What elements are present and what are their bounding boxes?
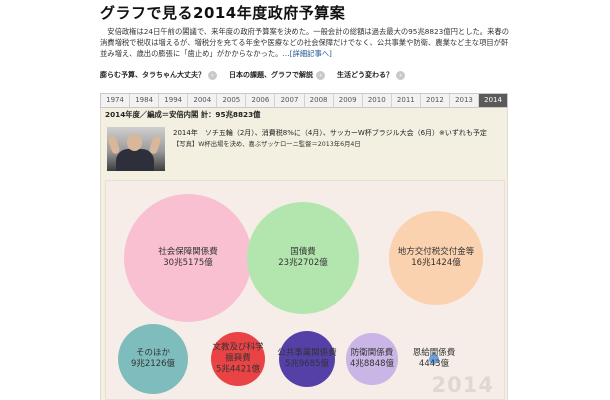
year-tab-2007[interactable]: 2007 [275, 94, 305, 107]
category-value: 30兆5175億 [163, 258, 213, 268]
category-name: 地方交付税交付金等 [397, 247, 475, 257]
intro-text: 安倍政権は24日午前の閣議で、来年度の政府予算案を決めた。一般会計の総額は過去最… [100, 26, 512, 59]
link-japan-issues[interactable]: 日本の課題、グラフで解説 › [229, 70, 325, 80]
category-value: 16兆1424億 [411, 258, 461, 268]
bubble-label: 社会保障関係費 30兆5175億 [158, 247, 218, 269]
year-tab-2005[interactable]: 2005 [217, 94, 247, 107]
year-events: 2014年 ソチ五輪（2月）、消費税8%に（4月）、サッカーW杯ブラジル大会（6… [173, 129, 487, 137]
budget-summary: 2014年度／編成＝安倍内閣 計：95兆8823億 [105, 110, 261, 119]
category-name: 社会保障関係費 [158, 247, 218, 257]
link-budget-tara[interactable]: 膨らむ予算、タラちゃん大丈夫？ › [100, 70, 217, 80]
bubble-label: 恩給関係費 4443億 [413, 348, 456, 370]
related-links: 膨らむ予算、タラちゃん大丈夫？ › 日本の課題、グラフで解説 › 生活どう変わる？ › [100, 70, 520, 80]
category-name: 防衛関係費 [350, 348, 394, 358]
category-value: 9兆2126億 [130, 359, 176, 369]
category-value: 4兆8848億 [349, 359, 395, 369]
year-tab-2012[interactable]: 2012 [421, 94, 450, 107]
bubble-label: 公共事業関係費 5兆9685億 [277, 348, 337, 370]
chart-watermark: 2014 [431, 373, 494, 397]
category-name: そのほか [135, 348, 171, 358]
year-tab-2011[interactable]: 2011 [392, 94, 421, 107]
year-tab-2014[interactable]: 2014 [479, 94, 508, 107]
bubble-label: 地方交付税交付金等 16兆1424億 [398, 247, 475, 269]
category-name: 国債費 [290, 247, 316, 257]
bubble-label: 防衛関係費 4兆8848億 [350, 348, 394, 370]
category-value: 4443億 [418, 359, 450, 369]
year-tab-2010[interactable]: 2010 [363, 94, 392, 107]
photo-caption: 【写真】W杯出場を決め、喜ぶザッケローニ監督＝2013年6月4日 [173, 141, 361, 148]
bubble-label: 国債費 23兆2702億 [278, 247, 327, 269]
category-value: 23兆2702億 [278, 258, 328, 268]
year-tab-2009[interactable]: 2009 [334, 94, 363, 107]
year-tab-2004[interactable]: 2004 [188, 94, 218, 107]
year-tab-1974[interactable]: 1974 [101, 94, 131, 107]
bubble-chart: 2014 社会保障関係費 30兆5175億 国債費 23兆2702億 地方交付税交付金等… [105, 180, 505, 400]
budget-panel: 2014年度／編成＝安倍内閣 計：95兆8823億 2014年 ソチ五輪（2月）… [100, 108, 508, 400]
page-title: グラフで見る2014年度政府予算案 [100, 4, 346, 22]
link-label: 日本の課題、グラフで解説 [229, 71, 313, 79]
category-name: 文教及び科学振興費 [212, 342, 264, 364]
bubble-label: そのほか 9兆2126億 [131, 348, 175, 370]
arrow-right-icon: › [316, 70, 325, 80]
year-tabs: 1974 1984 1994 2004 2005 2006 2007 2008 2009 2010… [100, 93, 508, 108]
detail-article-link[interactable]: [詳細記事へ] [290, 49, 332, 58]
year-tab-2013[interactable]: 2013 [450, 94, 480, 107]
bubble-label: 文教及び科学振興費 5兆4421億 [209, 343, 267, 376]
arrow-right-icon: › [208, 70, 217, 80]
link-label: 膨らむ予算、タラちゃん大丈夫？ [100, 71, 205, 79]
arrow-right-icon: › [396, 70, 405, 80]
category-name: 公共事業関係費 [277, 348, 337, 358]
year-tab-2008[interactable]: 2008 [305, 94, 334, 107]
year-tab-1984[interactable]: 1984 [130, 94, 160, 107]
news-photo [107, 127, 165, 171]
category-value: 5兆9685億 [284, 359, 330, 369]
link-label: 生活どう変わる？ [337, 71, 393, 79]
category-name: 恩給関係費 [412, 348, 456, 358]
year-tab-1994[interactable]: 1994 [159, 94, 189, 107]
year-tab-2006[interactable]: 2006 [246, 94, 276, 107]
link-life-changes[interactable]: 生活どう変わる？ › [337, 70, 405, 80]
category-value: 5兆4421億 [215, 364, 261, 375]
